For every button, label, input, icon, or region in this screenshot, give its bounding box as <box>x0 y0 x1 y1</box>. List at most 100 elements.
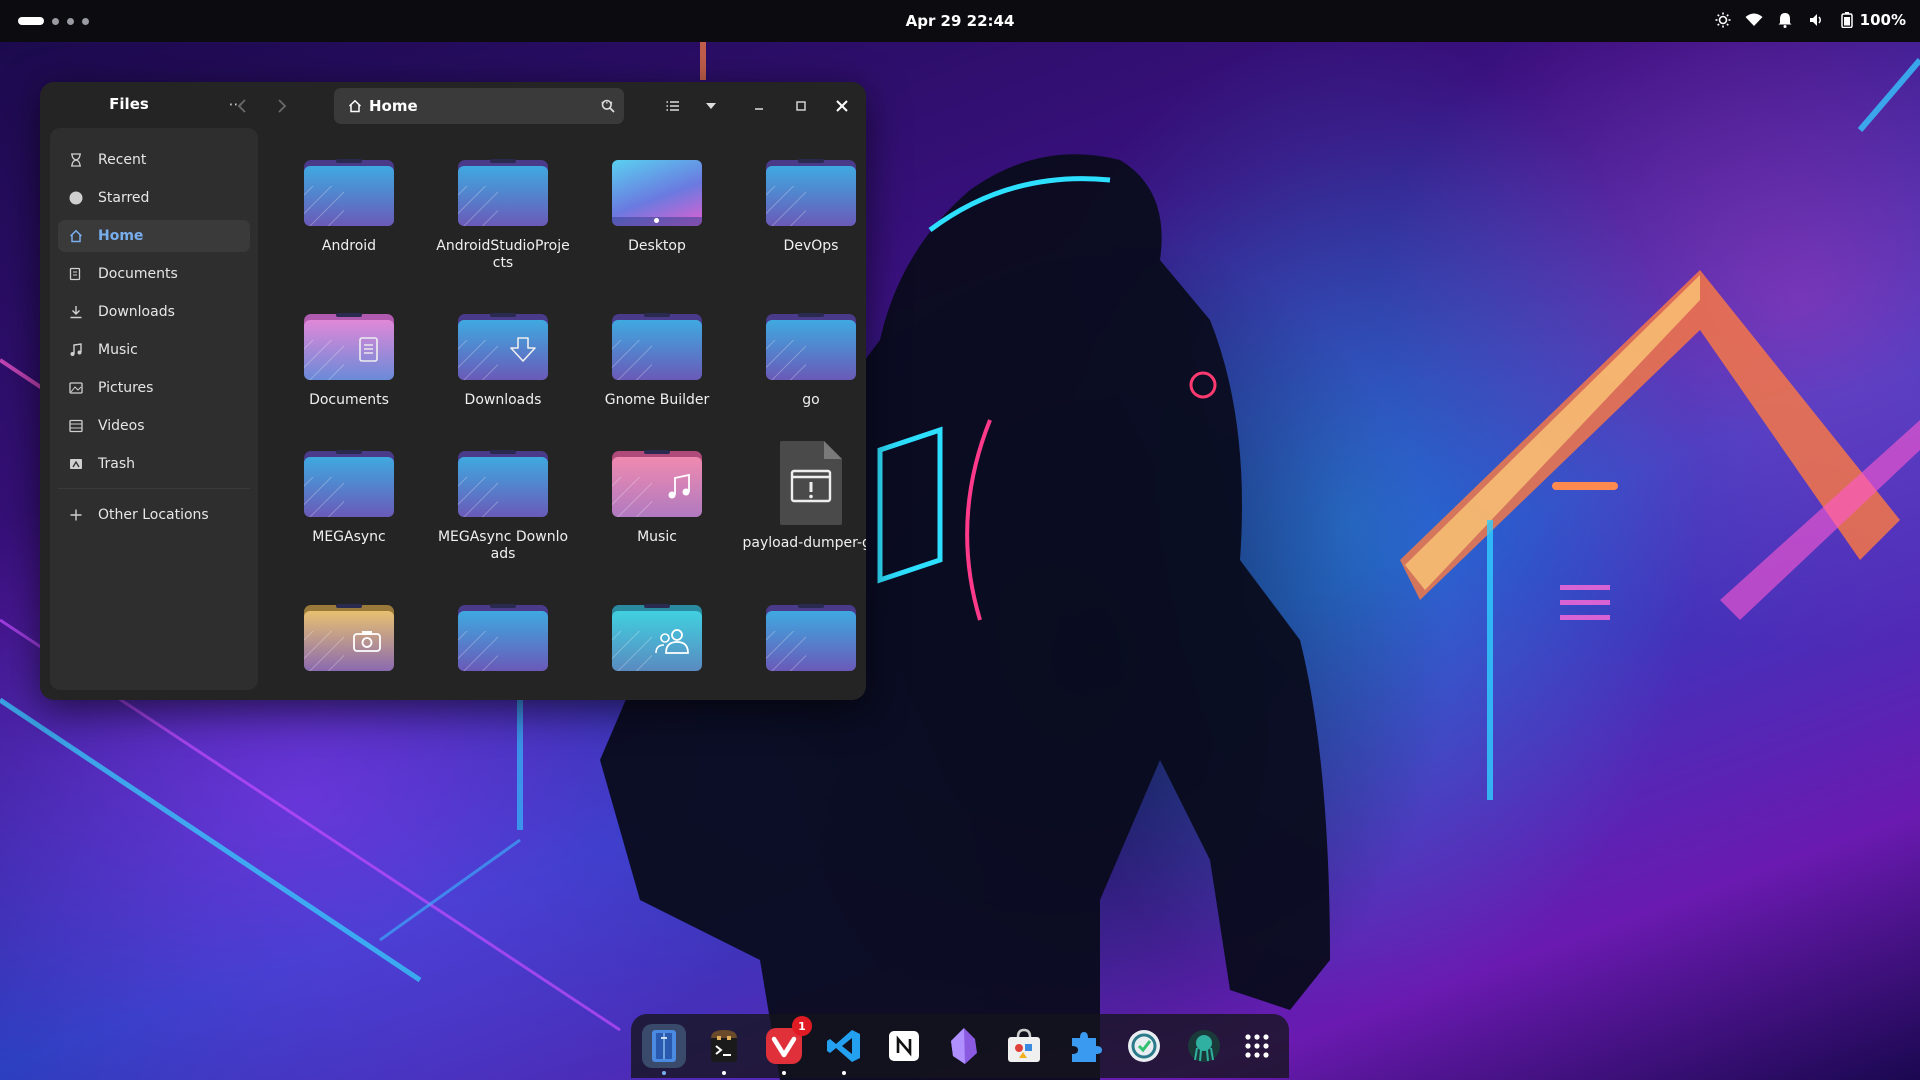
folder-icon <box>612 313 702 384</box>
documents-folder-icon <box>304 313 394 384</box>
file-name: Gnome Builder <box>604 392 710 408</box>
sidebar-item-label: Videos <box>98 418 145 434</box>
battery-indicator[interactable]: 100% <box>1838 11 1906 29</box>
app-title: Files <box>109 95 149 113</box>
dock-terminal-icon[interactable] <box>702 1024 746 1075</box>
file-grid: Android AndroidStudioProjects Desktop De… <box>274 159 866 700</box>
close-button[interactable] <box>828 92 856 120</box>
dock-gitkraken-icon[interactable] <box>1182 1024 1226 1068</box>
file-name: payload-dumper-go <box>742 535 867 551</box>
file-item-devops[interactable]: DevOps <box>736 159 866 255</box>
brightness-icon[interactable] <box>1714 11 1732 29</box>
document-icon <box>68 267 84 281</box>
current-path: Home <box>369 97 418 115</box>
file-name: MEGAsync Downloads <box>437 529 569 562</box>
search-button[interactable] <box>594 92 622 120</box>
folder-icon <box>304 159 394 230</box>
file-name: MEGAsync <box>312 529 386 545</box>
sidebar-item-recent[interactable]: Recent <box>58 144 250 176</box>
wifi-icon[interactable] <box>1745 11 1763 29</box>
public-folder-icon <box>612 604 702 675</box>
sidebar-item-starred[interactable]: Starred <box>58 182 250 214</box>
sidebar-item-other-locations[interactable]: Other Locations <box>58 499 250 531</box>
dock: 1 <box>631 1014 1289 1078</box>
desktop-folder-icon <box>612 160 702 230</box>
sidebar-item-label: Downloads <box>98 304 175 320</box>
dock-obsidian-icon[interactable] <box>942 1024 986 1068</box>
music-icon <box>68 343 84 357</box>
video-icon <box>68 419 84 433</box>
battery-icon <box>1838 11 1856 29</box>
file-item-public[interactable] <box>582 604 732 683</box>
view-list-button[interactable] <box>659 92 687 120</box>
file-item-desktop[interactable]: Desktop <box>582 160 732 255</box>
sidebar-item-label: Other Locations <box>98 507 209 523</box>
sidebar-item-label: Music <box>98 342 138 358</box>
sidebar: Recent Starred Home Documents Downloads … <box>50 128 258 690</box>
file-name: go <box>802 392 820 408</box>
file-name: DevOps <box>783 238 839 254</box>
sidebar-item-trash[interactable]: Trash <box>58 448 250 480</box>
sidebar-item-documents[interactable]: Documents <box>58 258 250 290</box>
dock-sync-app-icon[interactable] <box>1122 1024 1166 1068</box>
dock-extensions-icon[interactable] <box>1062 1024 1106 1068</box>
dock-software-store-icon[interactable] <box>1002 1024 1046 1068</box>
file-name: Downloads <box>464 392 542 408</box>
sidebar-item-downloads[interactable]: Downloads <box>58 296 250 328</box>
top-bar: Apr 29 22:44 100% <box>0 0 1920 42</box>
dock-notion-icon[interactable] <box>882 1024 926 1068</box>
file-item-go[interactable]: go <box>736 313 866 409</box>
file-item-payload-dumper-go[interactable]: payload-dumper-go <box>736 441 867 552</box>
dock-vscode-icon[interactable] <box>822 1024 866 1075</box>
running-indicator <box>722 1071 726 1075</box>
file-item-documents[interactable]: Documents <box>274 313 424 409</box>
sidebar-item-music[interactable]: Music <box>58 334 250 366</box>
sidebar-item-label: Recent <box>98 152 147 168</box>
sidebar-divider <box>58 488 250 489</box>
dock-app-grid-icon[interactable] <box>1235 1024 1279 1068</box>
folder-icon <box>766 159 856 230</box>
sidebar-item-label: Trash <box>98 456 135 472</box>
file-item-pictures[interactable] <box>274 604 424 683</box>
sidebar-item-label: Home <box>98 228 144 244</box>
file-item-folder[interactable] <box>428 604 578 683</box>
system-tray[interactable]: 100% <box>1714 11 1906 29</box>
clock[interactable]: Apr 29 22:44 <box>0 12 1920 30</box>
forward-button[interactable] <box>268 92 296 120</box>
picture-icon <box>68 381 84 395</box>
dock-files-icon[interactable] <box>642 1024 686 1075</box>
home-icon <box>68 229 84 243</box>
file-item-androidstudioprojects[interactable]: AndroidStudioProjects <box>428 159 578 272</box>
file-item-gnome-builder[interactable]: Gnome Builder <box>582 313 732 409</box>
volume-icon[interactable] <box>1807 11 1825 29</box>
sidebar-item-videos[interactable]: Videos <box>58 410 250 442</box>
files-window[interactable]: Files ⋯ Home ⋯ Recent Starred Home Docum… <box>40 82 866 700</box>
folder-icon <box>458 159 548 230</box>
file-item-megasync[interactable]: MEGAsync <box>274 450 424 546</box>
star-icon <box>68 191 84 205</box>
view-options-chevron-icon[interactable] <box>697 92 725 120</box>
path-bar[interactable]: Home ⋯ <box>334 88 624 124</box>
file-item-downloads[interactable]: Downloads <box>428 313 578 409</box>
plus-icon <box>68 509 84 521</box>
running-indicator <box>662 1071 666 1075</box>
executable-file-icon <box>778 439 844 527</box>
clock-icon <box>68 153 84 167</box>
maximize-button[interactable] <box>787 92 815 120</box>
notification-badge: 1 <box>792 1016 812 1036</box>
minimize-button[interactable] <box>745 92 773 120</box>
pictures-folder-icon <box>304 604 394 675</box>
file-item-folder[interactable] <box>736 604 866 683</box>
file-item-megasync-downloads[interactable]: MEGAsync Downloads <box>428 450 578 563</box>
sidebar-item-home[interactable]: Home <box>58 220 250 252</box>
sidebar-item-label: Starred <box>98 190 150 206</box>
sidebar-item-pictures[interactable]: Pictures <box>58 372 250 404</box>
file-item-android[interactable]: Android <box>274 159 424 255</box>
file-item-music[interactable]: Music <box>582 450 732 546</box>
sidebar-item-label: Pictures <box>98 380 154 396</box>
file-name: Documents <box>309 392 389 408</box>
folder-icon <box>766 604 856 675</box>
notification-bell-icon[interactable] <box>1776 11 1794 29</box>
dock-vivaldi-icon[interactable]: 1 <box>762 1016 812 1075</box>
back-button[interactable] <box>228 92 256 120</box>
